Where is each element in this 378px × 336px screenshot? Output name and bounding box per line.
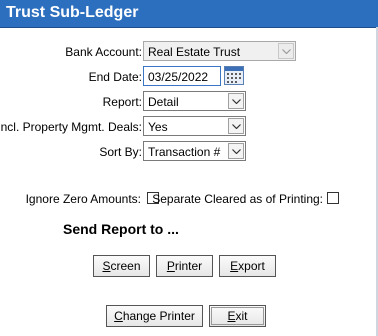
chevron-down-icon[interactable] [278,43,294,59]
calendar-icon[interactable] [224,66,244,85]
bank-account-select[interactable]: Real Estate Trust [143,41,296,61]
incl-pm-deals-value: Yes [148,120,168,134]
screen-button-label: creen [110,259,141,273]
exit-button-accesskey: E [227,309,236,323]
separate-cleared-checkbox[interactable] [327,192,339,204]
window-titlebar: Trust Sub-Ledger [0,0,378,28]
exit-button-label: xit [235,309,248,323]
ignore-zero-label: Ignore Zero Amounts: [25,192,141,206]
chevron-down-icon[interactable] [228,93,244,109]
send-report-heading: Send Report to ... [63,221,179,237]
export-button[interactable]: Export [219,255,276,277]
exit-button[interactable]: Exit [209,305,266,327]
end-date-input[interactable]: 03/25/2022 [143,66,221,86]
sort-by-select[interactable]: Transaction # [143,141,246,161]
printer-button[interactable]: Printer [156,255,213,277]
incl-pm-deals-select[interactable]: Yes [143,116,246,136]
export-button-accesskey: E [230,259,239,273]
window-title: Trust Sub-Ledger [6,4,139,21]
report-select[interactable]: Detail [143,91,246,111]
separate-cleared-label: Separate Cleared as of Printing: [152,192,323,206]
screen-button[interactable]: Screen [93,255,150,277]
change-printer-button[interactable]: Change Printer [106,305,203,327]
bank-account-label: Bank Account: [65,45,142,59]
change-printer-label: hange Printer [122,309,195,323]
end-date-label: End Date: [88,70,142,84]
printer-button-accesskey: P [166,259,175,273]
printer-button-label: rinter [174,259,203,273]
chevron-down-icon[interactable] [228,143,244,159]
end-date-value: 03/25/2022 [148,70,209,84]
sort-by-value: Transaction # [148,145,221,159]
sort-by-label: Sort By: [99,145,142,159]
export-button-label: xport [238,259,265,273]
report-value: Detail [148,95,179,109]
incl-pm-deals-label: Incl. Property Mgmt. Deals: [0,120,142,134]
report-label: Report: [102,95,142,109]
chevron-down-icon[interactable] [228,118,244,134]
change-printer-accesskey: C [114,309,123,323]
bank-account-value: Real Estate Trust [148,45,241,59]
